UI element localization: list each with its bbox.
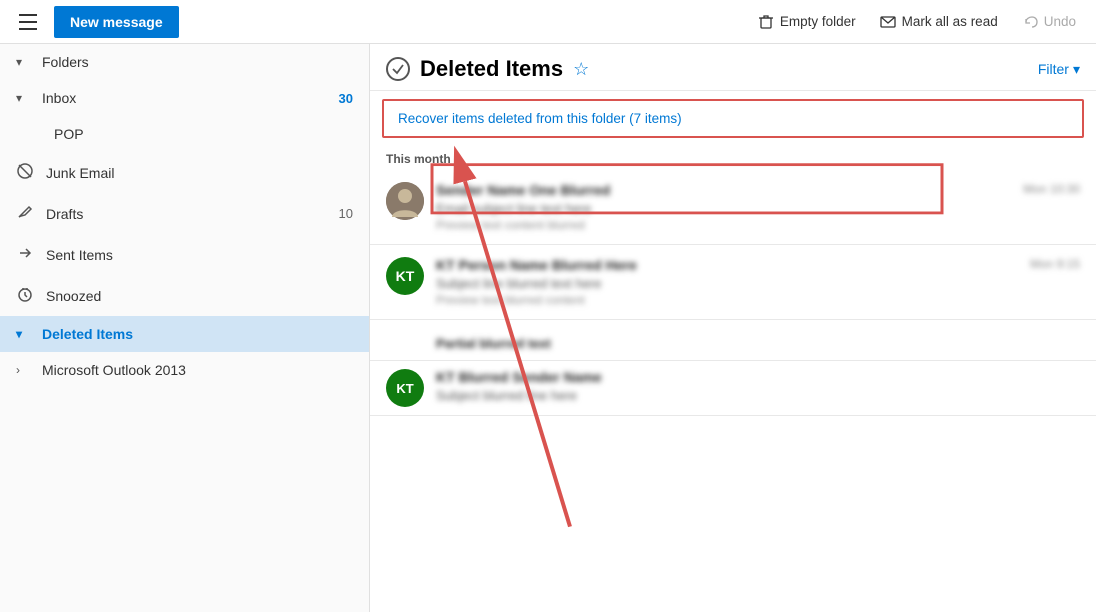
filter-label: Filter bbox=[1038, 61, 1069, 77]
sidebar-folders-label: Folders bbox=[42, 54, 353, 70]
email-meta: Mon 9:15 bbox=[1030, 257, 1080, 271]
sidebar-drafts-label: Drafts bbox=[46, 206, 339, 222]
email-items-list: Sender Name One Blurred Email subject li… bbox=[370, 170, 1096, 612]
mark-all-read-button[interactable]: Mark all as read bbox=[870, 8, 1008, 36]
junk-icon bbox=[16, 162, 36, 183]
email-subject: Email subject line text here bbox=[436, 201, 1011, 216]
recover-banner[interactable]: Recover items deleted from this folder (… bbox=[382, 99, 1084, 138]
chevron-right-icon: › bbox=[16, 363, 34, 377]
avatar-photo bbox=[386, 182, 424, 220]
email-item[interactable]: Partial blurred text bbox=[370, 320, 1096, 361]
envelope-icon bbox=[880, 14, 896, 30]
email-preview: Preview text content blurred bbox=[436, 218, 1011, 232]
star-icon[interactable]: ☆ bbox=[573, 59, 589, 80]
check-icon bbox=[391, 62, 405, 76]
email-sender: KT Blurred Sender Name bbox=[436, 369, 1080, 385]
sidebar-item-junk[interactable]: Junk Email bbox=[0, 152, 369, 193]
email-time: Mon 9:15 bbox=[1030, 257, 1080, 271]
sidebar-outlook2013-label: Microsoft Outlook 2013 bbox=[42, 362, 353, 378]
email-time: Mon 10:30 bbox=[1023, 182, 1080, 196]
email-content: Sender Name One Blurred Email subject li… bbox=[436, 182, 1011, 232]
sidebar-item-outlook2013[interactable]: › Microsoft Outlook 2013 bbox=[0, 352, 369, 388]
hamburger-button[interactable] bbox=[10, 4, 46, 40]
email-content: Partial blurred text bbox=[436, 336, 1080, 354]
sidebar-item-drafts[interactable]: Drafts 10 bbox=[0, 193, 369, 234]
email-sender: Sender Name One Blurred bbox=[436, 182, 1011, 198]
trash-icon bbox=[758, 14, 774, 30]
sidebar-inbox-label: Inbox bbox=[42, 90, 339, 106]
email-subject: Subject line blurred text here bbox=[436, 276, 1018, 291]
avatar: KT bbox=[386, 257, 424, 295]
toolbar: New message Empty folder Mark all as rea… bbox=[0, 0, 1096, 44]
sidebar-pop-label: POP bbox=[54, 126, 353, 142]
sidebar-deleted-label: Deleted Items bbox=[42, 326, 353, 342]
sidebar-snoozed-label: Snoozed bbox=[46, 288, 353, 304]
avatar: KT bbox=[386, 369, 424, 407]
sent-icon bbox=[16, 244, 36, 265]
folder-title: Deleted Items bbox=[420, 56, 563, 82]
section-label-this-month: This month bbox=[370, 146, 1096, 170]
new-message-button[interactable]: New message bbox=[54, 6, 179, 38]
sidebar-item-sent[interactable]: Sent Items bbox=[0, 234, 369, 275]
select-all-checkbox[interactable] bbox=[386, 57, 410, 81]
empty-folder-button[interactable]: Empty folder bbox=[748, 8, 866, 36]
sidebar-item-inbox[interactable]: ▾ Inbox 30 bbox=[0, 80, 369, 116]
undo-icon bbox=[1022, 14, 1038, 30]
email-preview: Preview text blurred content bbox=[436, 293, 1018, 307]
undo-button[interactable]: Undo bbox=[1012, 8, 1086, 36]
main-layout: ▾ Folders ▾ Inbox 30 POP Junk Email bbox=[0, 44, 1096, 612]
drafts-icon bbox=[16, 203, 36, 224]
email-subject: Subject blurred line here bbox=[436, 388, 1080, 403]
inbox-badge: 30 bbox=[339, 91, 353, 106]
drafts-badge: 10 bbox=[339, 206, 353, 221]
mark-all-read-label: Mark all as read bbox=[902, 14, 998, 29]
sidebar-item-pop[interactable]: POP bbox=[0, 116, 369, 152]
email-item[interactable]: Sender Name One Blurred Email subject li… bbox=[370, 170, 1096, 245]
email-content: KT Blurred Sender Name Subject blurred l… bbox=[436, 369, 1080, 405]
email-meta: Mon 10:30 bbox=[1023, 182, 1080, 196]
email-sender: KT Person Name Blurred Here bbox=[436, 257, 1018, 273]
sidebar-item-snoozed[interactable]: Snoozed bbox=[0, 275, 369, 316]
avatar bbox=[386, 182, 424, 220]
sidebar-item-deleted[interactable]: ▾ Deleted Items bbox=[0, 316, 369, 352]
chevron-down-icon: ▾ bbox=[16, 91, 34, 105]
filter-button[interactable]: Filter ▾ bbox=[1038, 61, 1080, 78]
sidebar-sent-label: Sent Items bbox=[46, 247, 353, 263]
sidebar: ▾ Folders ▾ Inbox 30 POP Junk Email bbox=[0, 44, 370, 612]
email-sender: Partial blurred text bbox=[436, 336, 1080, 351]
chevron-down-icon: ▾ bbox=[16, 55, 34, 69]
email-list-panel: Deleted Items ☆ Filter ▾ Recover items d… bbox=[370, 44, 1096, 612]
email-item[interactable]: KT KT Person Name Blurred Here Subject l… bbox=[370, 245, 1096, 320]
sidebar-junk-label: Junk Email bbox=[46, 165, 353, 181]
email-content: KT Person Name Blurred Here Subject line… bbox=[436, 257, 1018, 307]
filter-chevron-icon: ▾ bbox=[1073, 61, 1080, 78]
recover-banner-text: Recover items deleted from this folder (… bbox=[398, 111, 682, 126]
email-list-header: Deleted Items ☆ Filter ▾ bbox=[370, 44, 1096, 91]
chevron-down-icon: ▾ bbox=[16, 327, 34, 341]
sidebar-item-folders[interactable]: ▾ Folders bbox=[0, 44, 369, 80]
email-item[interactable]: KT KT Blurred Sender Name Subject blurre… bbox=[370, 361, 1096, 416]
undo-label: Undo bbox=[1044, 14, 1076, 29]
empty-folder-label: Empty folder bbox=[780, 14, 856, 29]
snoozed-icon bbox=[16, 285, 36, 306]
